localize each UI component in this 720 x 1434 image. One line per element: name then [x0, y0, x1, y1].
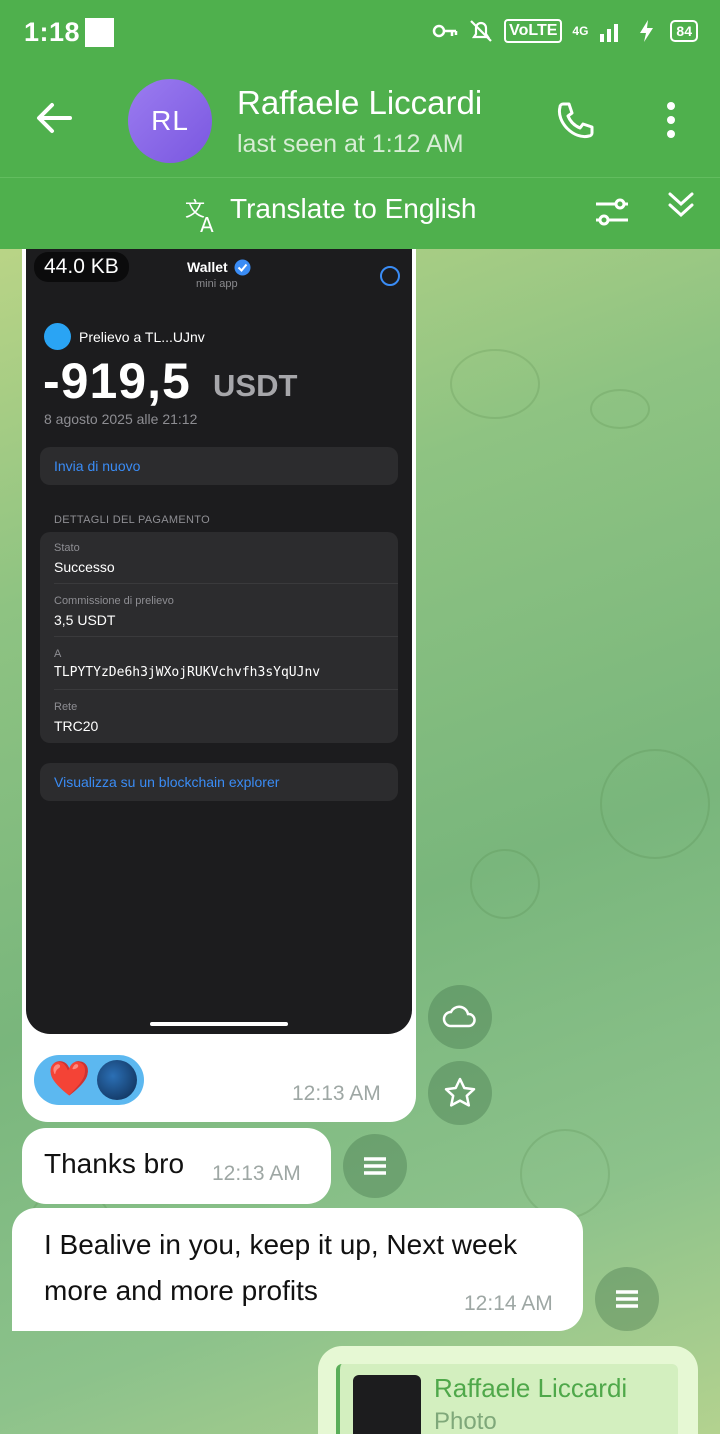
detail-row-address: A TLPYTYzDe6h3jWXojRUKVchvfh3sYqUJnv [54, 638, 398, 690]
withdraw-amount: -919,5 [43, 353, 191, 409]
detail-label: Stato [54, 542, 80, 554]
file-size-badge: 44.0 KB [34, 252, 129, 282]
wallet-app-subtitle: mini app [196, 278, 238, 290]
reply-author: Raffaele Liccardi [434, 1373, 628, 1403]
detail-value: TLPYTYzDe6h3jWXojRUKVchvfh3sYqUJnv [54, 665, 321, 680]
last-seen-status: last seen at 1:12 AM [237, 130, 464, 158]
reply-thumbnail [353, 1375, 421, 1434]
explorer-label: Visualizza su un blockchain explorer [54, 774, 280, 790]
doodle-shape [450, 349, 540, 419]
withdraw-label: Prelievo a TL...UJnv [79, 329, 205, 345]
withdraw-currency: USDT [213, 368, 298, 403]
translate-label[interactable]: Translate to English [230, 193, 476, 225]
cloud-icon [442, 1005, 476, 1028]
home-indicator [150, 1022, 288, 1026]
message-bubble[interactable]: Thanks bro 12:13 AM [22, 1128, 331, 1204]
avatar[interactable]: RL [128, 79, 212, 163]
resend-label: Invia di nuovo [54, 458, 141, 474]
collapse-chevrons-icon[interactable] [664, 190, 698, 220]
status-icons: VoLTE 4G 84 [432, 18, 698, 44]
save-to-cloud-button[interactable] [428, 985, 492, 1049]
heart-reaction[interactable]: ❤️ [48, 1059, 90, 1099]
detail-row-status: Stato Successo [54, 532, 398, 584]
star-icon [444, 1077, 476, 1107]
reaction-avatar [97, 1060, 137, 1100]
vpn-key-icon [432, 24, 458, 38]
payment-details-heading: DETTAGLI DEL PAGAMENTO [54, 514, 210, 526]
doodle-shape [470, 849, 540, 919]
doodle-shape [590, 389, 650, 429]
payment-details-card: Stato Successo Commissione di prelievo 3… [40, 532, 398, 743]
message-text: Thanks bro [44, 1148, 185, 1179]
status-time: 1:18 [24, 17, 81, 47]
verified-badge-icon [234, 259, 251, 276]
list-icon [616, 1290, 638, 1308]
message-time: 12:13 AM [212, 1162, 301, 1185]
withdraw-arrow-icon [44, 323, 71, 350]
doodle-shape [520, 1129, 610, 1219]
back-arrow-icon[interactable] [34, 98, 74, 138]
reply-type: Photo [434, 1408, 497, 1434]
translate-icon: 文A [185, 197, 214, 234]
message-menu-button[interactable] [343, 1134, 407, 1198]
message-bubble[interactable]: I Bealive in you, keep it up, Next week … [12, 1208, 583, 1331]
wallet-app-title: Wallet [187, 259, 228, 275]
signal-icon [600, 24, 619, 42]
withdraw-date: 8 agosto 2025 alle 21:12 [44, 411, 198, 427]
detail-value: 3,5 USDT [54, 612, 116, 628]
contact-name[interactable]: Raffaele Liccardi [237, 84, 482, 122]
battery-level: 84 [670, 20, 698, 42]
charging-icon [640, 20, 654, 42]
favorite-button[interactable] [428, 1061, 492, 1125]
doodle-shape [600, 749, 710, 859]
phone-call-icon[interactable] [554, 100, 596, 142]
status-bar: 1:18 VoLTE 4G 84 [0, 0, 720, 68]
detail-row-network: Rete TRC20 [54, 691, 398, 743]
more-vertical-icon[interactable] [661, 100, 681, 140]
detail-label: A [54, 648, 62, 660]
svg-text:A: A [200, 213, 214, 234]
message-menu-button[interactable] [595, 1267, 659, 1331]
list-icon [364, 1157, 386, 1175]
explorer-row: Visualizza su un blockchain explorer [40, 763, 398, 801]
detail-row-fee: Commissione di prelievo 3,5 USDT [54, 585, 398, 637]
detail-value: Successo [54, 559, 115, 575]
notification-icon [85, 18, 114, 47]
wallet-menu-icon [380, 266, 400, 286]
message-time: 12:13 AM [292, 1082, 381, 1105]
mute-bell-icon [470, 20, 492, 42]
resend-row: Invia di nuovo [40, 447, 398, 485]
detail-value: TRC20 [54, 718, 99, 734]
volte-indicator: VoLTE [504, 19, 563, 43]
detail-label: Commissione di prelievo [54, 595, 174, 607]
network-type: 4G [572, 24, 589, 38]
translate-settings-icon[interactable] [594, 195, 630, 229]
detail-label: Rete [54, 701, 78, 713]
message-time: 12:14 AM [464, 1292, 553, 1315]
